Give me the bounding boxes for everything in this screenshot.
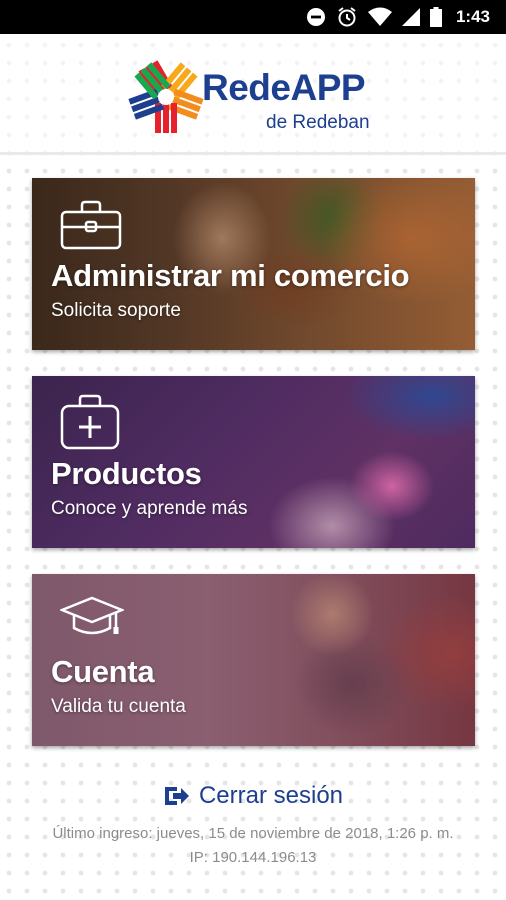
card-subtitle: Solicita soporte	[51, 300, 181, 321]
battery-icon	[429, 7, 442, 27]
clock-time: 1:43	[455, 7, 490, 26]
do-not-disturb-icon	[306, 8, 325, 26]
first-aid-kit-icon	[60, 394, 120, 450]
card-title: Productos	[51, 456, 202, 491]
card-subtitle: Valida tu cuenta	[51, 696, 186, 717]
card-productos[interactable]: Productos Conoce y aprende más	[32, 376, 475, 548]
graduation-cap-icon	[60, 596, 124, 635]
last-login-info: Último ingreso: jueves, 15 de noviembre …	[0, 822, 506, 870]
card-cuenta[interactable]: Cuenta Valida tu cuenta	[32, 574, 475, 746]
last-login-ip: IP: 190.144.196.13	[189, 849, 317, 866]
app-logo: RedeAPP de Redeban	[126, 58, 386, 138]
logo-subtitle: de Redeban	[266, 112, 370, 133]
card-subtitle: Conoce y aprende más	[51, 498, 248, 519]
card-title: Cuenta	[51, 654, 155, 689]
app-header: RedeAPP de Redeban	[0, 34, 506, 155]
last-login-date: Último ingreso: jueves, 15 de noviembre …	[52, 825, 454, 842]
card-administrar-comercio[interactable]: Administrar mi comercio Solicita soporte	[32, 178, 475, 350]
status-bar: 1:43	[0, 0, 506, 34]
logo-title: RedeAPP	[202, 67, 366, 108]
logout-button[interactable]: Cerrar sesión	[0, 782, 506, 810]
wifi-icon	[367, 7, 392, 26]
briefcase-icon	[60, 200, 122, 250]
logout-icon	[164, 787, 189, 805]
card-title: Administrar mi comercio	[51, 258, 410, 293]
signal-icon	[401, 8, 420, 26]
redeapp-logo-mark-icon	[128, 60, 204, 133]
logout-label: Cerrar sesión	[198, 782, 344, 809]
alarm-icon	[338, 7, 356, 27]
